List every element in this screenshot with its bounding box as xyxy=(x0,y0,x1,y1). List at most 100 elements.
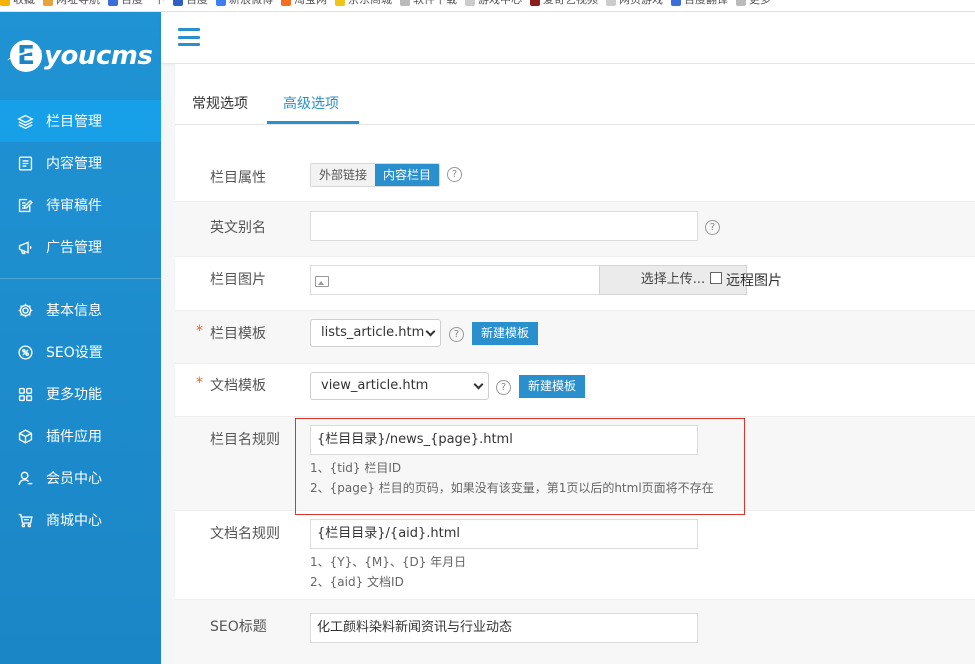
bookmark-label: 淘宝网 xyxy=(294,0,327,6)
bookmark-label: 网页游戏 xyxy=(619,0,663,6)
seo-title-input[interactable]: 化工颜料染料新闻资讯与行业动态 xyxy=(310,613,698,643)
bookmark-favicon-icon xyxy=(108,0,118,6)
field-label: 栏目图片 xyxy=(210,272,266,288)
cube-icon xyxy=(16,427,34,445)
bookmark-label: 百度翻译 xyxy=(684,0,728,6)
remote-image-checkbox[interactable] xyxy=(710,272,722,284)
bookmark-favicon-icon xyxy=(43,0,53,6)
tab-bar: 常规选项 高级选项 xyxy=(175,64,975,125)
user-icon xyxy=(16,469,34,487)
bookmark-label: 京东商城 xyxy=(348,0,392,6)
bookmark-favicon-icon xyxy=(335,0,345,6)
image-placeholder-icon xyxy=(315,276,329,287)
field-label: 文档模板 xyxy=(210,378,266,394)
rule-hint: 1、{Y}、{M}、{D} 年月日 xyxy=(310,555,467,569)
sidebar-item-plugins[interactable]: 插件应用 xyxy=(0,415,161,457)
logo[interactable]: E youcms xyxy=(0,12,161,100)
bookmark-favicon-icon xyxy=(530,0,540,6)
seo-icon xyxy=(16,343,34,361)
sidebar-item-label: SEO设置 xyxy=(46,345,103,361)
bookmark-label: 收藏 xyxy=(13,0,35,6)
sidebar-item-column-management[interactable]: 栏目管理 xyxy=(0,100,161,142)
bookmark-item[interactable]: 百度一下 xyxy=(108,0,165,6)
form-row-column-attribute: 栏目属性 xyxy=(175,148,975,202)
megaphone-icon xyxy=(16,238,34,256)
bookmark-item[interactable]: 新浪微博 xyxy=(216,0,273,6)
bookmark-label: 爱奇艺视频 xyxy=(543,0,598,6)
highlight-box xyxy=(295,418,745,515)
required-mark: * xyxy=(196,323,203,339)
bookmark-label: 网址导航 xyxy=(56,0,100,6)
sidebar-item-member-center[interactable]: 会员中心 xyxy=(0,457,161,499)
bookmark-favicon-icon xyxy=(465,0,475,6)
sidebar-divider xyxy=(0,278,161,279)
new-column-template-button[interactable]: 新建模板 xyxy=(472,322,539,345)
bookmark-label: 游戏中心 xyxy=(478,0,522,6)
form-row-column-template: * 栏目模板 xyxy=(175,311,975,364)
bookmark-favicon-icon xyxy=(216,0,226,6)
field-label: 英文别名 xyxy=(210,220,266,236)
bookmark-item[interactable]: 网址导航 xyxy=(43,0,100,6)
bookmark-item[interactable]: 百度翻译 xyxy=(671,0,728,6)
sidebar-item-content-management[interactable]: 内容管理 xyxy=(0,142,161,184)
menu-toggle-icon[interactable] xyxy=(178,28,200,46)
bookmark-item[interactable]: 爱奇艺视频 xyxy=(530,0,598,6)
selected-value: lists_article.htm xyxy=(321,325,425,340)
selected-value: view_article.htm xyxy=(321,378,429,393)
sidebar-item-label: 基本信息 xyxy=(46,303,102,319)
document-template-select[interactable]: view_article.htm xyxy=(310,372,489,400)
sidebar-item-basic-info[interactable]: 基本信息 xyxy=(0,289,161,331)
tab-advanced-options[interactable]: 高级选项 xyxy=(283,93,339,113)
upload-button[interactable]: 选择上传... xyxy=(599,265,747,295)
bookmark-item[interactable]: 百度 xyxy=(173,0,208,6)
bookmark-item[interactable]: 软件下载 xyxy=(400,0,457,6)
tab-general-options[interactable]: 常规选项 xyxy=(192,93,248,113)
required-mark: * xyxy=(196,375,203,391)
sidebar-item-label: 更多功能 xyxy=(46,387,102,403)
bookmark-item[interactable]: 收藏 xyxy=(0,0,35,6)
english-alias-input[interactable] xyxy=(310,211,698,241)
bookmark-label: 百度一下 xyxy=(121,0,165,6)
help-icon[interactable]: ? xyxy=(449,327,464,342)
bookmark-favicon-icon xyxy=(671,0,681,6)
bookmark-item[interactable]: 网页游戏 xyxy=(606,0,663,6)
bookmark-favicon-icon xyxy=(400,0,410,6)
bookmark-label: 软件下载 xyxy=(413,0,457,6)
bookmark-item[interactable]: 游戏中心 xyxy=(465,0,522,6)
layers-icon xyxy=(16,112,34,130)
column-image-path-input[interactable] xyxy=(310,265,600,295)
help-icon[interactable]: ? xyxy=(705,220,720,235)
sidebar-item-ad-management[interactable]: 广告管理 xyxy=(0,226,161,268)
sidebar-item-label: 广告管理 xyxy=(46,240,102,256)
bookmark-favicon-icon xyxy=(281,0,291,6)
column-template-select[interactable]: lists_article.htm xyxy=(310,319,441,347)
option-content-column[interactable]: 内容栏目 xyxy=(375,164,440,186)
sidebar-item-more-functions[interactable]: 更多功能 xyxy=(0,373,161,415)
bookmark-item[interactable]: 更多 xyxy=(736,0,771,6)
field-label: SEO标题 xyxy=(210,619,267,635)
edit-document-icon xyxy=(16,196,34,214)
document-icon xyxy=(16,154,34,172)
remote-image-label: 远程图片 xyxy=(726,273,782,289)
cart-icon xyxy=(16,511,34,529)
option-external-link[interactable]: 外部链接 xyxy=(311,164,376,186)
bookmark-item[interactable]: 淘宝网 xyxy=(281,0,327,6)
logo-mark: E xyxy=(10,40,42,72)
sidebar-item-pending-review[interactable]: 待审稿件 xyxy=(0,184,161,226)
document-naming-rule-input[interactable]: {栏目目录}/{aid}.html xyxy=(310,519,698,549)
sidebar-item-label: 待审稿件 xyxy=(46,198,102,214)
active-tab-indicator xyxy=(267,121,359,124)
top-bar xyxy=(161,12,975,64)
grid-icon xyxy=(16,385,34,403)
sidebar-item-label: 商城中心 xyxy=(46,513,102,529)
gear-icon xyxy=(16,301,34,319)
sidebar-item-shop-center[interactable]: 商城中心 xyxy=(0,499,161,541)
help-icon[interactable]: ? xyxy=(496,380,511,395)
bookmark-item[interactable]: 京东商城 xyxy=(335,0,392,6)
sidebar-item-seo-settings[interactable]: SEO设置 xyxy=(0,331,161,373)
bookmark-favicon-icon xyxy=(173,0,183,6)
bookmark-favicon-icon xyxy=(736,0,746,6)
new-document-template-button[interactable]: 新建模板 xyxy=(519,375,586,398)
field-label: 栏目名规则 xyxy=(210,432,280,448)
help-icon[interactable]: ? xyxy=(447,167,462,182)
